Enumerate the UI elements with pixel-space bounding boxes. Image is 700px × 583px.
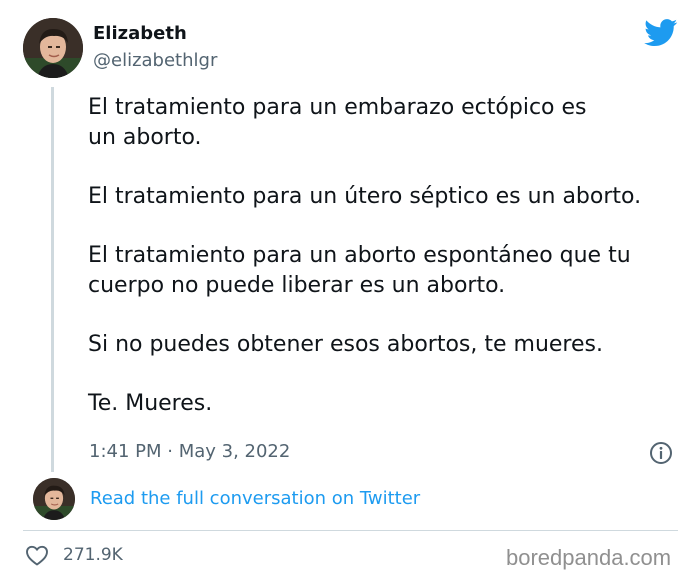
tweet-line: El tratamiento para un aborto espontáneo… <box>88 243 631 268</box>
tweet-line: Te. Mueres. <box>88 391 213 416</box>
tweet-line: El tratamiento para un embarazo ectópico… <box>88 95 587 120</box>
author-handle[interactable]: @elizabethlgr <box>93 50 217 71</box>
tweet-line: Si no puedes obtener esos abortos, te mu… <box>88 332 603 357</box>
author-avatar-image <box>23 18 83 78</box>
tweet-text: El tratamiento para un embarazo ectópico… <box>88 93 688 448</box>
twitter-bird-icon[interactable] <box>644 19 678 47</box>
tweet-paragraph: El tratamiento para un aborto espontáneo… <box>88 241 688 301</box>
reply-avatar-image <box>33 478 75 520</box>
tweet-paragraph: El tratamiento para un útero séptico es … <box>88 182 688 212</box>
info-icon[interactable] <box>649 441 673 465</box>
like-count[interactable]: 271.9K <box>63 545 123 565</box>
author-name[interactable]: Elizabeth <box>93 23 187 44</box>
divider <box>23 530 678 531</box>
tweet-paragraph: Si no puedes obtener esos abortos, te mu… <box>88 330 688 360</box>
read-conversation-link[interactable]: Read the full conversation on Twitter <box>90 488 420 509</box>
tweet-line: un aborto. <box>88 125 202 150</box>
tweet-paragraph: Te. Mueres. <box>88 389 688 419</box>
thread-connector-line <box>51 87 54 472</box>
watermark: boredpanda.com <box>506 545 672 570</box>
tweet-line: El tratamiento para un útero séptico es … <box>88 184 642 209</box>
tweet-line: cuerpo no puede liberar es un aborto. <box>88 273 506 298</box>
reply-avatar[interactable] <box>33 478 75 520</box>
heart-icon[interactable] <box>25 544 49 566</box>
author-avatar[interactable] <box>23 18 83 78</box>
tweet-timestamp[interactable]: 1:41 PM · May 3, 2022 <box>89 441 290 462</box>
tweet-paragraph: El tratamiento para un embarazo ectópico… <box>88 93 688 153</box>
